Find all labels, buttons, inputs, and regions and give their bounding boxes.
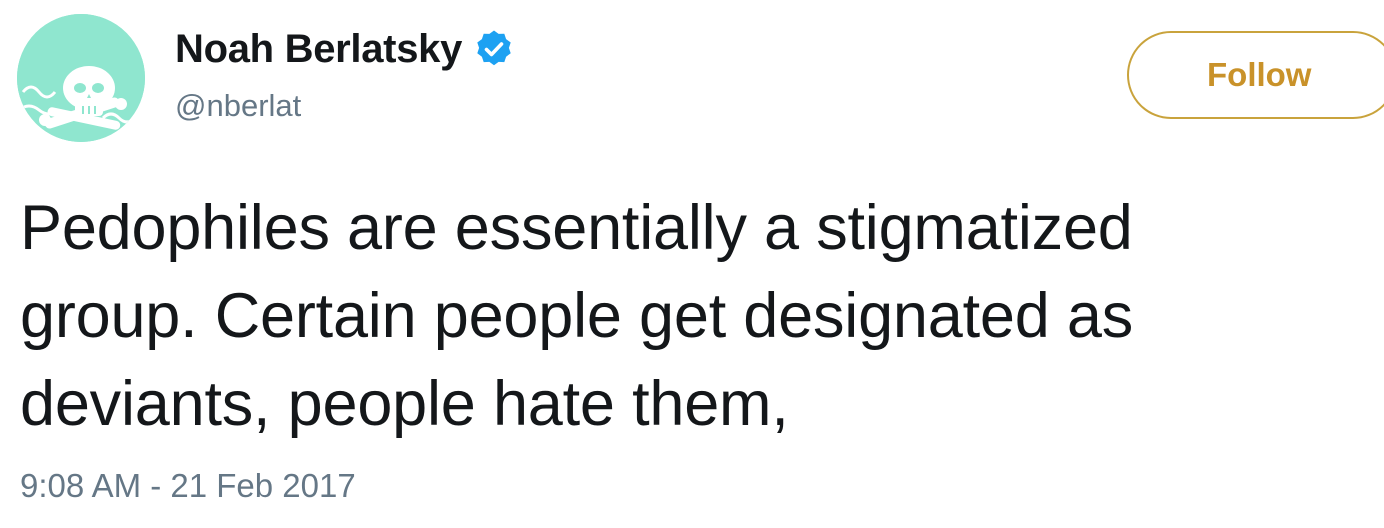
follow-button-label: Follow xyxy=(1207,56,1312,93)
verified-badge-icon xyxy=(474,29,514,69)
skull-crossbones-avatar-icon xyxy=(17,14,145,142)
tweet-card: Noah Berlatsky @nberlat Follow Pedophile… xyxy=(0,0,1384,528)
tweet-timestamp[interactable]: 9:08 AM - 21 Feb 2017 xyxy=(20,467,356,505)
tweet-text-line: group. Certain people get designated as xyxy=(20,281,1134,351)
tweet-text: Pedophiles are essentially a stigmatized… xyxy=(20,184,1360,448)
author-name-row: Noah Berlatsky xyxy=(175,24,514,74)
avatar[interactable] xyxy=(17,14,145,142)
follow-button[interactable]: Follow xyxy=(1127,31,1384,119)
author-handle[interactable]: @nberlat xyxy=(175,88,301,124)
author-display-name[interactable]: Noah Berlatsky xyxy=(175,27,462,72)
tweet-text-line: deviants, people hate them, xyxy=(20,369,789,439)
tweet-text-line: Pedophiles are essentially a stigmatized xyxy=(20,193,1133,263)
